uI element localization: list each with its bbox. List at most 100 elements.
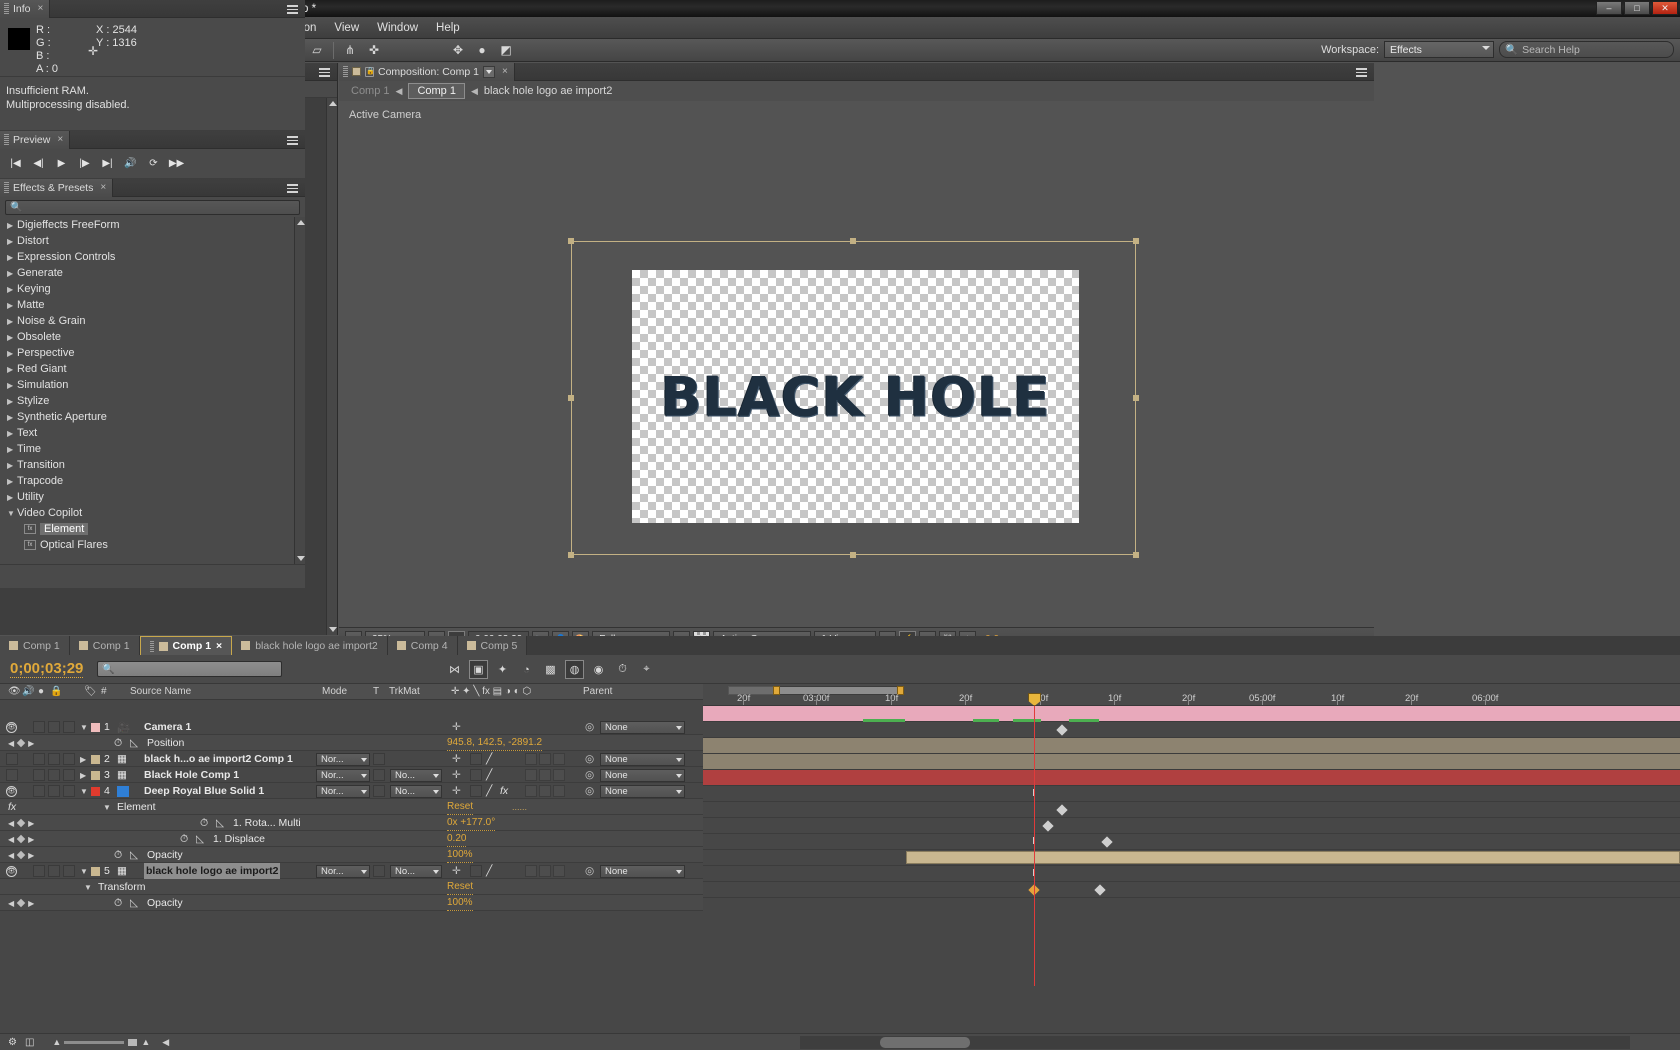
tab-grip-icon[interactable] [4, 2, 9, 15]
effects-list-scrollbar[interactable] [294, 217, 305, 564]
layer-lock-toggle[interactable] [63, 785, 75, 797]
quality-switch-icon[interactable]: ╱ [486, 783, 492, 799]
blend-mode-select[interactable]: Nor... [316, 784, 370, 798]
prev-keyframe-icon[interactable]: ◀ [8, 739, 14, 748]
table-row[interactable]: ◀ ▶ ⏱ ◺ 1. Rota... Multi 0x +177.0° [0, 815, 703, 831]
table-row[interactable]: ◀ ▶ ⏱ ◺ 1. Displace 0.20 [0, 831, 703, 847]
workspace-select[interactable]: Effects [1384, 41, 1494, 58]
effects-category-text[interactable]: ▶ Text [0, 425, 305, 441]
table-row[interactable]: ◀ ▶ ⏱ ◺ Position 945.8, 142.5, -2891.2 [0, 735, 703, 751]
keyframe-navigator[interactable]: ◀ ▶ [8, 831, 34, 847]
zoom-knob[interactable] [127, 1037, 139, 1047]
blend-mode-select[interactable]: Nor... [316, 768, 370, 782]
track-row[interactable] [703, 818, 1680, 834]
reset-link[interactable]: Reset [447, 879, 474, 895]
collapse-switch[interactable] [470, 865, 482, 877]
next-keyframe-icon[interactable]: ▶ [28, 851, 34, 860]
effects-category-video-copilot[interactable]: ▼ Video Copilot [0, 505, 305, 521]
track-row[interactable]: I [703, 834, 1680, 850]
selection-handle-tl[interactable] [568, 238, 574, 244]
prev-keyframe-icon[interactable]: ◀ [8, 851, 14, 860]
scroll-up-icon[interactable] [295, 217, 305, 228]
first-frame-icon[interactable]: |◀ [8, 157, 23, 171]
dot-tool-icon[interactable]: ● [470, 40, 494, 60]
track-matte-select[interactable]: No... [390, 768, 442, 782]
mask-feather-tool-icon[interactable]: ◩ [494, 40, 518, 60]
group-name[interactable]: Transform [98, 879, 145, 895]
3d-layer-switch[interactable]: ✛ [452, 863, 461, 879]
layer-name[interactable]: Camera 1 [144, 719, 191, 735]
graph-editor-property-icon[interactable]: ◺ [216, 815, 224, 831]
layer-lock-toggle[interactable] [63, 865, 75, 877]
layer-color-swatch[interactable] [91, 722, 100, 732]
layer-solo-toggle[interactable] [48, 785, 60, 797]
layer-expand-icon[interactable]: ▼ [80, 783, 88, 799]
stopwatch-icon[interactable]: ⏱ [114, 735, 122, 751]
effects-category-synthetic-aperture[interactable]: ▶ Synthetic Aperture [0, 409, 305, 425]
timeline-horizontal-scrollbar[interactable] [800, 1036, 1630, 1049]
motion-blur-switch[interactable] [525, 753, 537, 765]
keyframe-marker[interactable] [1101, 836, 1113, 848]
table-row[interactable]: 👁 ▼ 4 Deep Royal Blue Solid 1 Nor... No.… [0, 783, 703, 799]
toggle-switches-modes-icon[interactable]: ⚙ [8, 1037, 17, 1048]
selection-handle-mr[interactable] [1133, 395, 1139, 401]
about-link[interactable]: ...... [512, 799, 527, 815]
timeline-tab-4[interactable]: Comp 4 [387, 636, 458, 655]
table-row[interactable]: fx ▼ Element Reset ...... [0, 799, 703, 815]
preserve-transparency-toggle[interactable] [373, 753, 385, 765]
keyframe-marker[interactable] [1056, 804, 1068, 816]
track-matte-select[interactable]: No... [390, 784, 442, 798]
timeline-zoom-slider[interactable]: ▲ ▲ [52, 1037, 150, 1047]
composition-viewer[interactable]: Active Camera BLACK HOLE [339, 101, 1374, 627]
audio-icon[interactable]: 🔊 [123, 157, 138, 171]
graph-editor-icon[interactable]: ◉ [589, 660, 608, 679]
breadcrumb-item-2[interactable]: black hole logo ae import2 [484, 85, 612, 97]
keyframe-marker[interactable] [1042, 820, 1054, 832]
lock-icon[interactable]: 🔒 [365, 66, 375, 77]
auto-keyframe-icon[interactable]: ⏱ [613, 660, 632, 679]
track-row[interactable] [703, 754, 1680, 770]
keyframe-marker[interactable] [1094, 884, 1106, 896]
quality-switch-icon[interactable]: ╱ [486, 751, 492, 767]
t-column-label[interactable]: T [373, 686, 379, 697]
effect-item-optical-flares[interactable]: fx Optical Flares [0, 537, 305, 553]
keyframe-toggle-icon[interactable] [16, 850, 26, 860]
track-row[interactable] [703, 738, 1680, 754]
frame-blend-footer-icon[interactable]: ◫ [25, 1037, 34, 1048]
search-help-input[interactable]: 🔍 Search Help [1499, 41, 1674, 58]
tab-grip-icon[interactable] [4, 181, 9, 194]
frame-blending-icon[interactable]: ◔ [517, 660, 536, 679]
parent-select[interactable]: None [600, 752, 685, 766]
3d-switch[interactable] [553, 785, 565, 797]
keyframe-toggle-icon[interactable] [16, 898, 26, 908]
timeline-graph-area[interactable]: 20f 03:00f 10f 20f 00f 10f 20f 05:00f 10… [703, 684, 1680, 986]
next-keyframe-icon[interactable]: ▶ [28, 819, 34, 828]
group-expand-icon[interactable]: ▼ [103, 799, 111, 815]
trkmat-column-label[interactable]: TrkMat [389, 686, 420, 697]
effects-category-obsolete[interactable]: ▶ Obsolete [0, 329, 305, 345]
panel-menu-icon[interactable] [287, 134, 300, 145]
timeline-tab-3[interactable]: black hole logo ae import2 [232, 636, 388, 655]
effects-category-utility[interactable]: ▶ Utility [0, 489, 305, 505]
layer-color-swatch[interactable] [91, 770, 100, 780]
effects-switch-icon[interactable]: fx [500, 783, 508, 799]
quality-switch-icon[interactable]: ╱ [486, 863, 492, 879]
parent-pickwhip-icon[interactable]: ◎ [585, 751, 594, 767]
table-row[interactable]: ◀ ▶ ⏱ ◺ Opacity 100% [0, 847, 703, 863]
group-expand-icon[interactable]: ▼ [84, 879, 92, 895]
scroll-down-icon[interactable] [295, 553, 305, 564]
effects-category-noise-grain[interactable]: ▶ Noise & Grain [0, 313, 305, 329]
play-icon[interactable]: ▶ [54, 157, 69, 171]
close-icon[interactable]: × [100, 182, 106, 193]
effects-search-input[interactable]: 🔍 [5, 199, 300, 215]
next-keyframe-icon[interactable]: ▶ [28, 835, 34, 844]
layer-name[interactable]: black hole logo ae import2 [144, 863, 281, 879]
layer-lock-toggle[interactable] [63, 721, 75, 733]
parent-select[interactable]: None [600, 864, 685, 878]
3d-switch[interactable] [553, 865, 565, 877]
effects-category-distort[interactable]: ▶ Distort [0, 233, 305, 249]
effects-category-generate[interactable]: ▶ Generate [0, 265, 305, 281]
collapse-switch[interactable] [470, 753, 482, 765]
hide-shy-layers-icon[interactable]: ✦ [493, 660, 512, 679]
timeline-current-time[interactable]: 0;00;03;29 [10, 660, 84, 678]
